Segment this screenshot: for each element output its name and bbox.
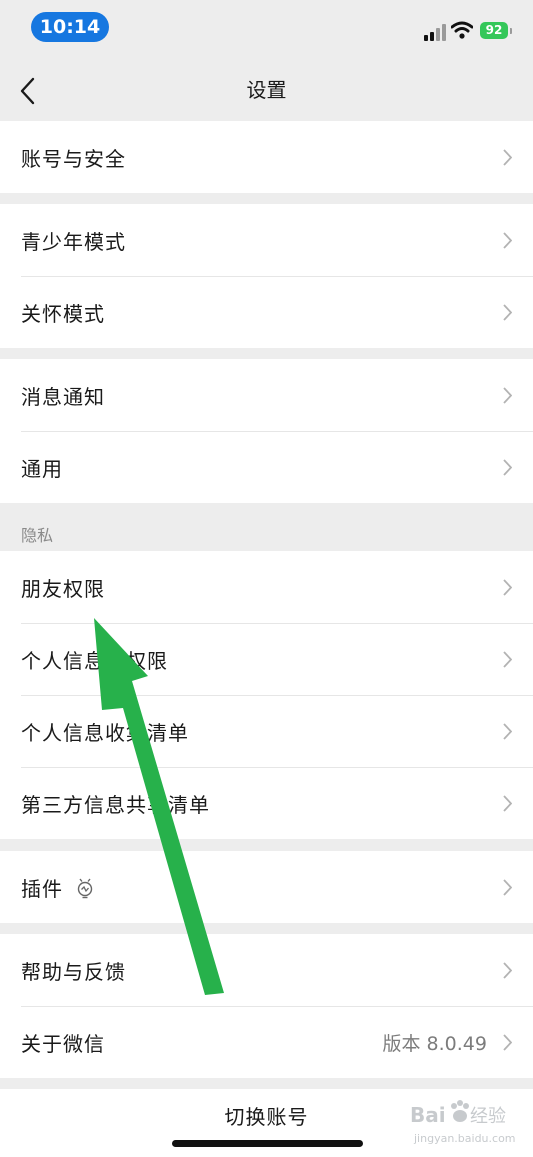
row-label: 个人信息收集清单 [21,720,189,745]
row-personal-info-permissions[interactable]: 个人信息与权限 [0,623,533,695]
chevron-right-icon [503,387,512,404]
home-indicator [172,1140,363,1147]
row-label: 朋友权限 [21,576,105,601]
status-bar: 10:14 92 [0,0,533,60]
page-title: 设置 [246,78,287,102]
settings-group-general: 消息通知 通用 [0,359,533,503]
chevron-right-icon [503,962,512,979]
chevron-right-icon [503,723,512,740]
settings-group-plugins: 插件 [0,851,533,923]
svg-text:经验: 经验 [470,1106,506,1127]
row-label: 消息通知 [21,384,105,409]
settings-group-account: 账号与安全 [0,121,533,193]
row-label: 帮助与反馈 [21,959,126,984]
row-label: 第三方信息共享清单 [21,792,210,817]
row-label: 青少年模式 [21,229,126,254]
row-about-wechat[interactable]: 关于微信 版本 8.0.49 [0,1006,533,1078]
back-button[interactable] [14,74,44,108]
row-third-party-sharing[interactable]: 第三方信息共享清单 [0,767,533,839]
nav-bar: 设置 [0,60,533,121]
version-text: 版本 8.0.49 [382,1032,487,1055]
plugin-bulb-icon [77,878,93,899]
settings-group-modes: 青少年模式 关怀模式 [0,204,533,348]
settings-group-privacy: 朋友权限 个人信息与权限 个人信息收集清单 第三方信息共享清单 [0,551,533,839]
chevron-right-icon [503,232,512,249]
row-personal-info-list[interactable]: 个人信息收集清单 [0,695,533,767]
section-header-privacy: 隐私 [21,526,54,545]
chevron-right-icon [503,459,512,476]
row-label: 插件 [21,876,63,901]
row-label: 通用 [21,456,63,481]
chevron-right-icon [503,795,512,812]
chevron-right-icon [503,579,512,596]
svg-text:Bai: Bai [410,1103,446,1127]
row-care-mode[interactable]: 关怀模式 [0,276,533,348]
settings-group-help: 帮助与反馈 关于微信 版本 8.0.49 [0,934,533,1078]
baidu-watermark: Bai 经验 jingyan.baidu.com [410,1096,520,1150]
chevron-left-icon [20,77,35,105]
chevron-right-icon [503,304,512,321]
watermark-url: jingyan.baidu.com [413,1132,516,1145]
chevron-right-icon [503,879,512,896]
cellular-signal-icon [424,23,446,41]
chevron-right-icon [503,651,512,668]
row-account-security[interactable]: 账号与安全 [0,121,533,193]
chevron-right-icon [503,1034,512,1051]
row-friend-permissions[interactable]: 朋友权限 [0,551,533,623]
row-label: 账号与安全 [21,146,126,171]
row-label: 关于微信 [21,1031,105,1056]
row-help-feedback[interactable]: 帮助与反馈 [0,934,533,1006]
row-general[interactable]: 通用 [0,431,533,503]
wifi-icon [451,21,473,39]
row-notifications[interactable]: 消息通知 [0,359,533,431]
row-label: 个人信息与权限 [21,648,168,673]
row-youth-mode[interactable]: 青少年模式 [0,204,533,276]
row-plugins[interactable]: 插件 [0,851,533,923]
row-label: 关怀模式 [21,301,105,326]
chevron-right-icon [503,149,512,166]
status-time: 10:14 [31,12,109,42]
battery-icon: 92 [480,22,512,39]
